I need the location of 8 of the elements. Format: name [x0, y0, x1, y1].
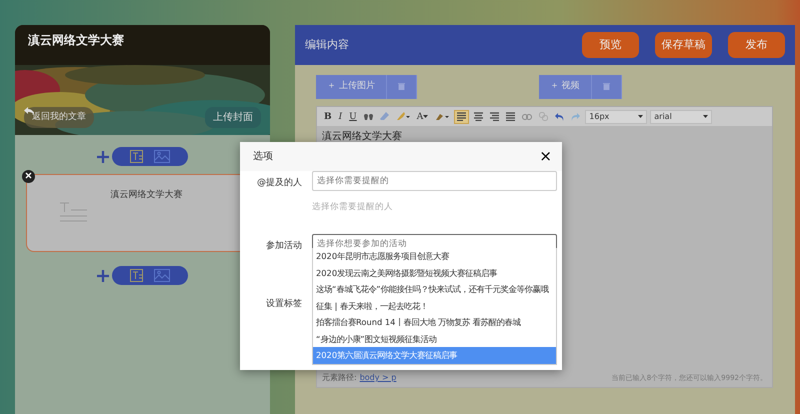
element-path-label: 元素路径:: [322, 372, 357, 384]
cover-title: 滇云网络文学大赛: [28, 32, 124, 49]
help-text: 选择你需要提醒的人: [312, 201, 394, 214]
editor-title: 编辑内容: [305, 36, 349, 53]
field-label: 参加活动: [265, 240, 302, 253]
dialog-title: 选项: [253, 150, 273, 164]
card-title: 滇云网络文学大赛: [110, 189, 182, 202]
field-label: 设置标签: [265, 298, 302, 311]
